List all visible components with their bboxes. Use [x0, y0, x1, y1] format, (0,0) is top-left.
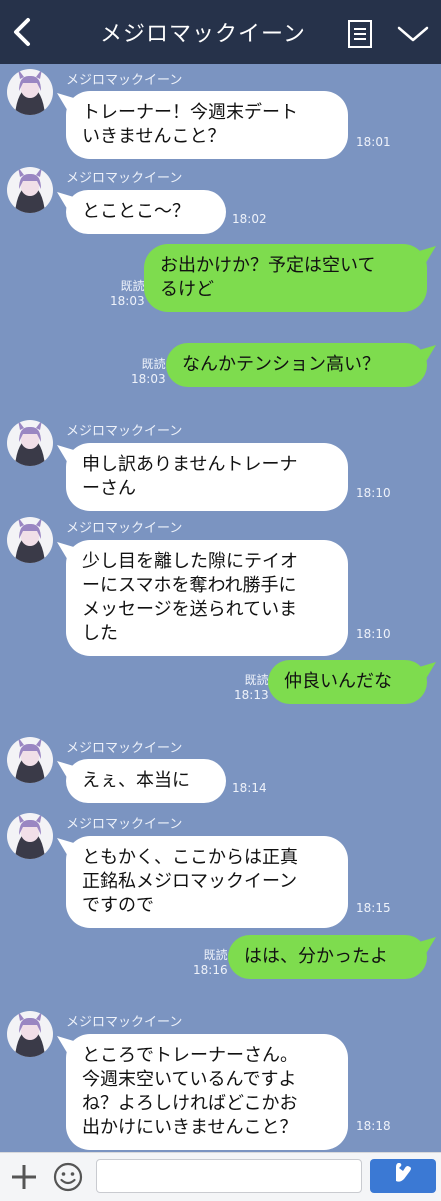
plus-icon[interactable] — [10, 1163, 38, 1191]
sender-name: メジロマックイーン — [66, 171, 183, 186]
emoji-icon[interactable] — [52, 1161, 84, 1193]
message-time: 18:18 — [356, 1119, 391, 1133]
message-time: 18:02 — [232, 212, 267, 226]
message-bubble[interactable]: ところでトレーナーさん。 今週末空いているんですよ ね？よろしければどこかお 出… — [66, 1034, 348, 1150]
avatar[interactable] — [7, 420, 53, 466]
avatar[interactable] — [7, 167, 53, 213]
message-bubble-outgoing[interactable]: 仲良いんだな — [268, 660, 427, 704]
message-time: 18:10 — [356, 486, 391, 500]
sender-name: メジロマックイーン — [66, 424, 183, 439]
avatar[interactable] — [7, 737, 53, 783]
sender-name: メジロマックイーン — [66, 73, 183, 88]
sender-name: メジロマックイーン — [66, 817, 183, 832]
send-button[interactable] — [370, 1159, 436, 1193]
back-icon[interactable] — [8, 12, 38, 52]
message-bubble-outgoing[interactable]: はは、分かったよ — [228, 935, 427, 979]
message-time: 18:03 — [131, 372, 166, 386]
message-time: 18:03 — [110, 294, 145, 308]
avatar[interactable] — [7, 1011, 53, 1057]
message-bubble[interactable]: えぇ、本当に — [66, 759, 226, 803]
read-receipt: 既読 18:03 — [110, 279, 145, 308]
message-time: 18:13 — [234, 688, 269, 702]
avatar[interactable] — [7, 813, 53, 859]
message-time: 18:16 — [193, 963, 228, 977]
chevron-down-icon[interactable] — [396, 24, 430, 44]
sender-name: メジロマックイーン — [66, 1015, 183, 1030]
message-time: 18:01 — [356, 135, 391, 149]
message-time: 18:10 — [356, 627, 391, 641]
message-time: 18:15 — [356, 901, 391, 915]
message-bubble-outgoing[interactable]: なんかテンション高い？ — [166, 343, 427, 387]
send-icon — [396, 1163, 411, 1182]
read-receipt: 既読 18:16 — [193, 948, 228, 977]
message-bubble[interactable]: 申し訳ありませんトレーナ ーさん — [66, 443, 348, 511]
message-bubble[interactable]: 少し目を離した隙にテイオ ーにスマホを奪われ勝手に メッセージを送られていま し… — [66, 540, 348, 656]
chat-title: メジロマックイーン — [100, 22, 306, 47]
read-receipt: 既読 18:13 — [234, 673, 269, 702]
message-composer — [0, 1152, 441, 1201]
memo-icon[interactable] — [346, 18, 374, 50]
message-bubble[interactable]: ともかく、ここからは正真 正銘私メジロマックイーン ですので — [66, 836, 348, 928]
message-bubble[interactable]: とことこ〜？ — [66, 190, 226, 234]
chat-header: メジロマックイーン — [0, 0, 441, 64]
sender-name: メジロマックイーン — [66, 741, 183, 756]
sender-name: メジロマックイーン — [66, 521, 183, 536]
message-time: 18:14 — [232, 781, 267, 795]
avatar[interactable] — [7, 69, 53, 115]
message-input[interactable] — [96, 1159, 362, 1193]
message-bubble-outgoing[interactable]: お出かけか？予定は空いて るけど — [144, 244, 427, 312]
avatar[interactable] — [7, 517, 53, 563]
read-receipt: 既読 18:03 — [131, 357, 166, 386]
message-bubble[interactable]: トレーナー！今週末デート いきませんこと？ — [66, 91, 348, 159]
